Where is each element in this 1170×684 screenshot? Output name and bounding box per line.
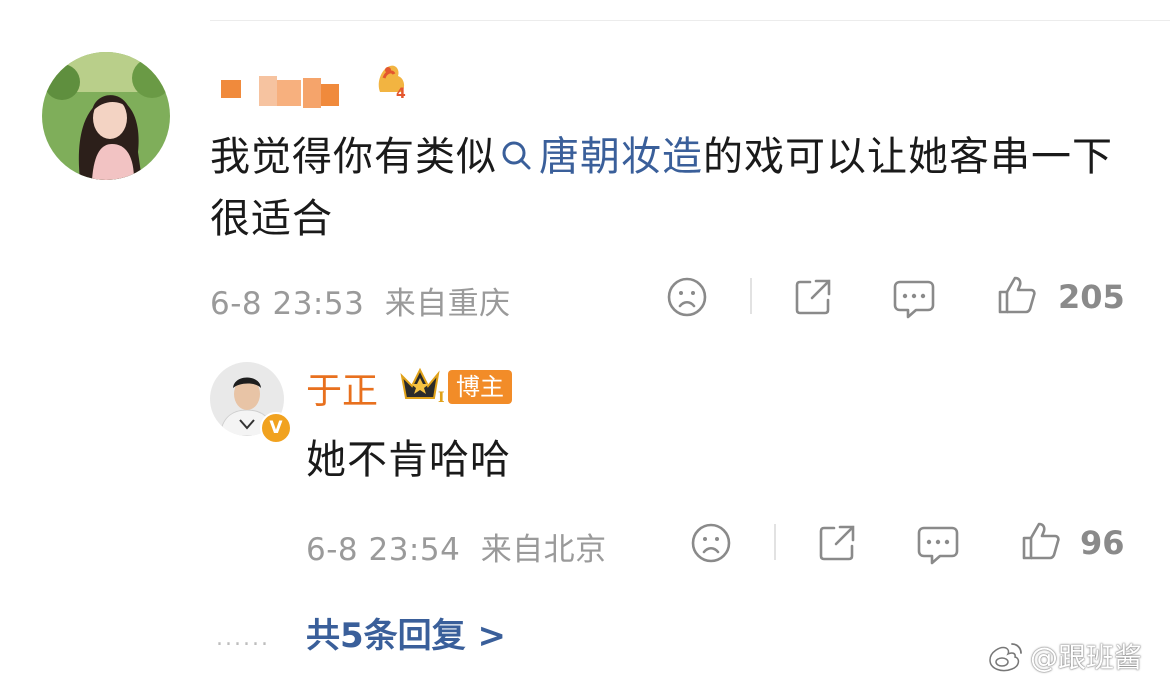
topic-label: 唐朝妆造 [539,134,703,180]
user-level-badge: 4 [370,58,414,102]
watermark: @跟班酱 [984,636,1142,676]
action-divider [750,278,752,314]
commenter-name-redacted[interactable] [215,70,365,110]
thread-dots: ...... [216,626,270,651]
like-count: 205 [1058,278,1125,316]
reply-time: 6-8 23:54 [306,532,461,568]
top-divider [210,20,1170,21]
reply-comment-button[interactable] [916,524,960,570]
share-icon [795,279,831,315]
reply-share-button[interactable] [816,522,858,568]
comment-icon [893,280,935,319]
reply-text: 她不肯哈哈 [306,437,511,483]
thumbs-up-icon [998,276,1036,314]
watermark-text: @跟班酱 [1030,641,1143,674]
reply-action-divider [774,524,776,560]
share-icon [819,525,855,561]
comment-button[interactable] [892,278,936,324]
verified-badge: V [260,412,292,444]
svg-text:I: I [438,390,445,406]
sad-face-icon [667,277,707,317]
thumbs-up-icon [1022,522,1060,560]
dislike-button[interactable] [666,276,708,322]
svg-text:4: 4 [396,86,406,102]
comment-meta: 6-8 23:53 来自重庆 [210,278,511,323]
share-button[interactable] [792,276,834,322]
reply-location: 来自北京 [480,532,607,568]
comment-icon [917,526,959,565]
topic-link[interactable]: 唐朝妆造 [497,134,703,180]
comment-location: 来自重庆 [384,286,511,322]
reply-author-name[interactable]: 于正 [306,362,378,414]
reply-like-count: 96 [1080,524,1125,562]
comment-text: 我觉得你有类似 唐朝妆造的戏可以让她客串一下很适合 [210,126,1140,250]
weibo-logo-icon [989,643,1022,672]
blogger-tag: 博主 [448,370,512,404]
comment-time: 6-8 23:53 [210,286,365,322]
search-icon [502,141,531,170]
more-replies-link[interactable]: 共5条回复 > [306,608,506,657]
sad-face-icon [691,523,731,563]
reply-dislike-button[interactable] [690,522,732,568]
like-button[interactable] [996,274,1038,320]
crown-icon: I [398,364,454,406]
commenter-avatar[interactable] [42,52,170,180]
comment-text-before: 我觉得你有类似 [210,134,497,180]
reply-like-button[interactable] [1020,520,1062,566]
reply-meta: 6-8 23:54 来自北京 [306,524,607,569]
